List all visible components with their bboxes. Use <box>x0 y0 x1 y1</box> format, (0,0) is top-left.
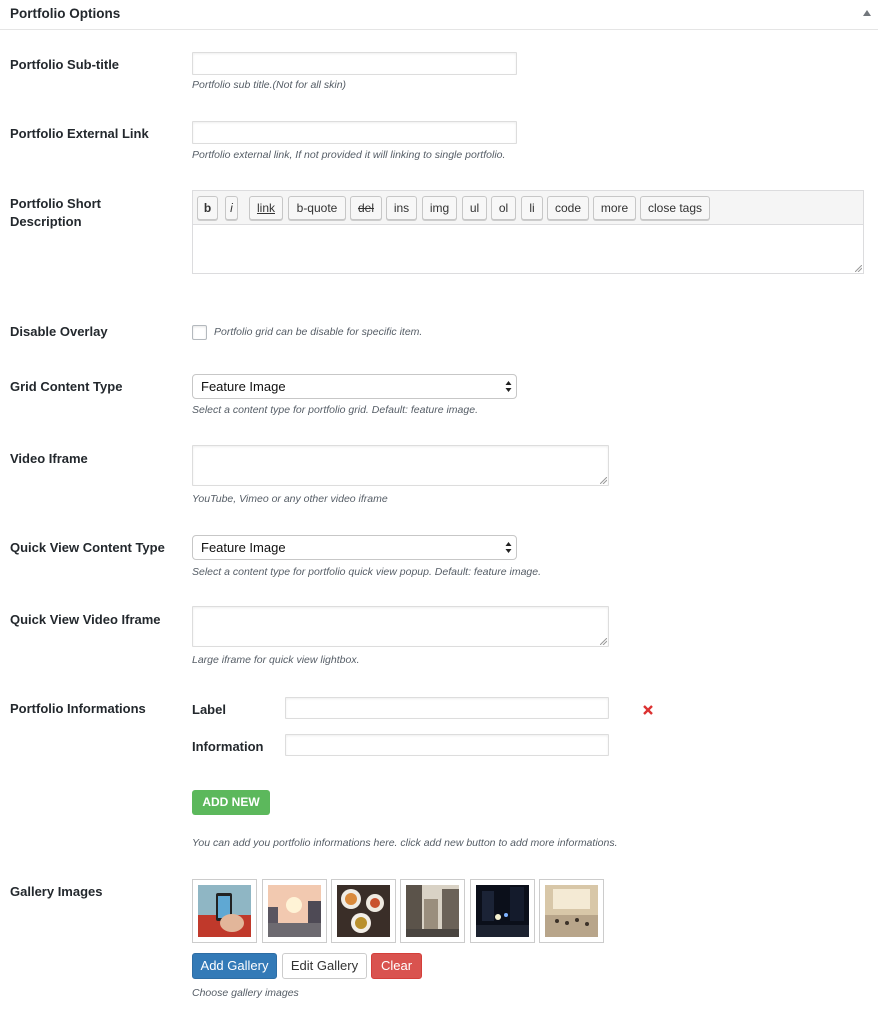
resize-grip-icon[interactable] <box>855 265 862 272</box>
short-description-editor: b i link b-quote del ins img ul ol li co… <box>192 190 864 274</box>
external-link-description: Portfolio external link, If not provided… <box>192 149 506 161</box>
qt-code-button[interactable]: code <box>547 196 589 220</box>
qt-bold-button[interactable]: b <box>197 196 218 220</box>
gallery-image-city <box>406 885 459 937</box>
video-iframe-textarea[interactable] <box>192 445 609 486</box>
select-arrows-icon <box>505 542 512 553</box>
info-label-field-label: Label <box>192 702 226 717</box>
gallery-thumbnail[interactable] <box>192 879 257 943</box>
subtitle-label: Portfolio Sub-title <box>10 57 120 72</box>
portfolio-options-metabox: Portfolio Options Portfolio Sub-title Po… <box>0 0 878 1024</box>
info-label-input[interactable] <box>285 697 609 719</box>
gallery-thumbnail[interactable] <box>331 879 396 943</box>
close-icon[interactable] <box>642 704 654 716</box>
external-link-input[interactable] <box>192 121 517 144</box>
subtitle-description: Portfolio sub title.(Not for all skin) <box>192 79 347 91</box>
gallery-label: Gallery Images <box>10 884 103 899</box>
quick-view-content-type-selected: Feature Image <box>201 540 286 555</box>
qt-italic-button[interactable]: i <box>225 196 238 220</box>
grid-content-type-selected: Feature Image <box>201 379 286 394</box>
qt-link-button[interactable]: link <box>249 196 283 220</box>
qt-img-button[interactable]: img <box>422 196 457 220</box>
grid-content-type-select[interactable]: Feature Image <box>192 374 517 399</box>
add-gallery-button[interactable]: Add Gallery <box>192 953 277 979</box>
disable-overlay-description: Portfolio grid can be disable for specif… <box>214 326 423 338</box>
gallery-image-phone <box>198 885 251 937</box>
select-arrows-icon <box>505 381 512 392</box>
video-iframe-description: YouTube, Vimeo or any other video iframe <box>192 493 388 505</box>
disable-overlay-label: Disable Overlay <box>10 324 108 339</box>
resize-grip-icon[interactable] <box>600 477 607 484</box>
info-information-input[interactable] <box>285 734 609 756</box>
video-iframe-label: Video Iframe <box>10 451 88 466</box>
gallery-image-station <box>545 885 598 937</box>
quicktags-toolbar: b i link b-quote del ins img ul ol li co… <box>193 191 863 225</box>
edit-gallery-button[interactable]: Edit Gallery <box>282 953 367 979</box>
qt-li-button[interactable]: li <box>521 196 543 220</box>
informations-label: Portfolio Informations <box>10 701 146 716</box>
grid-content-type-description: Select a content type for portfolio grid… <box>192 404 478 416</box>
qt-ul-button[interactable]: ul <box>462 196 487 220</box>
info-information-field-label: Information <box>192 739 264 754</box>
gallery-thumbnail[interactable] <box>262 879 327 943</box>
gallery-image-food <box>337 885 390 937</box>
qt-del-button[interactable]: del <box>350 196 382 220</box>
grid-content-type-label: Grid Content Type <box>10 379 123 394</box>
quick-view-video-iframe-label: Quick View Video Iframe <box>10 612 161 627</box>
quick-view-video-iframe-description: Large iframe for quick view lightbox. <box>192 654 360 666</box>
short-description-textarea[interactable] <box>193 225 863 273</box>
informations-description: You can add you portfolio informations h… <box>192 837 618 849</box>
metabox-title: Portfolio Options <box>10 6 121 21</box>
quick-view-content-type-label: Quick View Content Type <box>10 540 165 555</box>
external-link-label: Portfolio External Link <box>10 126 149 141</box>
add-new-button[interactable]: ADD NEW <box>192 790 270 815</box>
gallery-image-bridge <box>268 885 321 937</box>
arrow-up-icon[interactable] <box>862 9 872 17</box>
qt-ol-button[interactable]: ol <box>491 196 516 220</box>
disable-overlay-checkbox[interactable] <box>192 325 207 340</box>
gallery-thumbnail[interactable] <box>470 879 535 943</box>
gallery-image-night <box>476 885 529 937</box>
quick-view-video-iframe-textarea[interactable] <box>192 606 609 647</box>
resize-grip-icon[interactable] <box>600 638 607 645</box>
subtitle-input[interactable] <box>192 52 517 75</box>
qt-blockquote-button[interactable]: b-quote <box>288 196 346 220</box>
short-description-label: Portfolio Short Description <box>10 196 101 229</box>
qt-close-tags-button[interactable]: close tags <box>640 196 710 220</box>
qt-more-button[interactable]: more <box>593 196 636 220</box>
gallery-thumbnail[interactable] <box>539 879 604 943</box>
metabox-header[interactable]: Portfolio Options <box>0 0 878 30</box>
qt-ins-button[interactable]: ins <box>386 196 417 220</box>
quick-view-content-type-select[interactable]: Feature Image <box>192 535 517 560</box>
quick-view-content-type-description: Select a content type for portfolio quic… <box>192 566 542 578</box>
clear-gallery-button[interactable]: Clear <box>371 953 422 979</box>
gallery-description: Choose gallery images <box>192 987 299 999</box>
gallery-thumbnail[interactable] <box>400 879 465 943</box>
